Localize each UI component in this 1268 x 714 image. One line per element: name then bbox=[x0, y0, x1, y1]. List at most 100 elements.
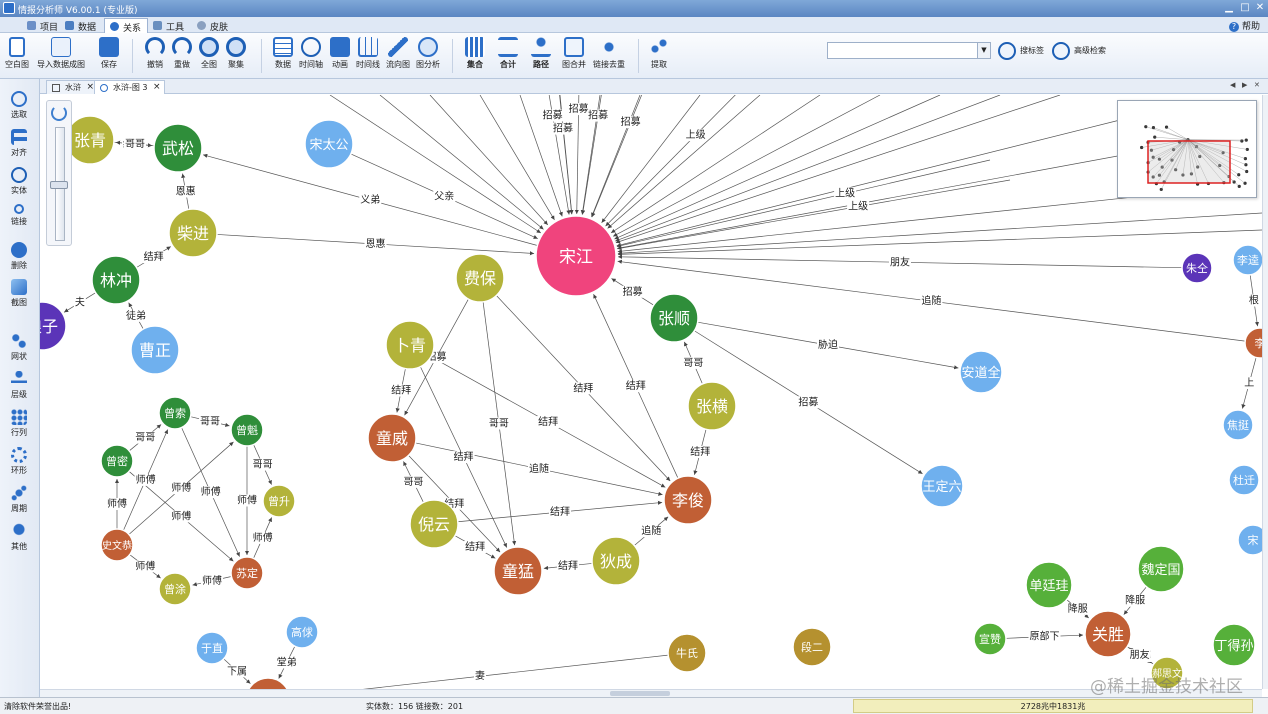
tab-close-icon[interactable]: ✕ bbox=[1254, 81, 1260, 89]
rotate-icon[interactable] bbox=[51, 105, 67, 121]
node-zengtu[interactable]: 曾涂 bbox=[158, 572, 192, 606]
node-niyun[interactable]: 倪云 bbox=[409, 499, 459, 549]
extract-button[interactable]: 提取 bbox=[646, 35, 672, 77]
graph-canvas[interactable]: 招募招募招募招募招募上级上级上级恩惠义弟父亲结拜哥哥恩惠结拜夫徒弟招募哥哥胁迫招… bbox=[40, 95, 1262, 689]
node-dingdesun[interactable]: 丁得孙 bbox=[1212, 623, 1256, 667]
edge-to-songjiang[interactable] bbox=[610, 95, 821, 234]
sidebar-item-link[interactable]: 链接 bbox=[0, 204, 38, 227]
focus-button[interactable]: 聚集 bbox=[223, 35, 249, 77]
edge-to-songjiang[interactable] bbox=[615, 95, 1001, 242]
node-zengmi[interactable]: 曾密 bbox=[100, 444, 134, 478]
sidebar-item-grid[interactable]: 行列 bbox=[0, 409, 38, 438]
node-gaolian[interactable]: 高俅 bbox=[285, 615, 319, 649]
set-button[interactable]: 集合 bbox=[462, 35, 488, 77]
node-zhangheng[interactable]: 张横 bbox=[687, 381, 737, 431]
node-songtaigong[interactable]: 宋太公 bbox=[304, 119, 354, 169]
node-likui[interactable]: 李逵 bbox=[1232, 244, 1262, 276]
data-button[interactable]: 数据 bbox=[270, 35, 296, 77]
edge-to-songjiang[interactable] bbox=[605, 95, 760, 227]
node-lijun[interactable]: 李俊 bbox=[663, 475, 713, 525]
node-duqian[interactable]: 杜迁 bbox=[1228, 464, 1260, 496]
blank-graph-button[interactable]: 空白图 bbox=[2, 35, 32, 77]
chevron-down-icon[interactable]: ▼ bbox=[977, 43, 990, 58]
node-xuanzan[interactable]: 宣赞 bbox=[973, 622, 1007, 656]
help-button[interactable]: ? 帮助 bbox=[1228, 19, 1260, 32]
node-niangzi[interactable]: 娘子 bbox=[40, 301, 67, 351]
scroll-thumb[interactable] bbox=[610, 691, 670, 696]
sidebar-item-period[interactable]: 周期 bbox=[0, 485, 38, 514]
sum-button[interactable]: 合计 bbox=[494, 35, 522, 77]
tab-scroll-left-icon[interactable]: ◀ bbox=[1230, 81, 1235, 89]
minimize-button[interactable]: ▁ bbox=[1222, 2, 1236, 14]
fit-all-button[interactable]: 全图 bbox=[196, 35, 222, 77]
node-wusong[interactable]: 武松 bbox=[153, 123, 203, 173]
node-buqing[interactable]: 卜青 bbox=[385, 320, 435, 370]
search-input[interactable]: ▼ bbox=[827, 42, 991, 59]
node-guansheng[interactable]: 关胜 bbox=[1084, 610, 1132, 658]
node-zengsuo[interactable]: 曾索 bbox=[158, 396, 192, 430]
path-button[interactable]: 路径 bbox=[527, 35, 555, 77]
node-zhangqing[interactable]: 张青 bbox=[65, 115, 115, 165]
merge-graph-button[interactable]: 图合并 bbox=[560, 35, 588, 77]
edge-to-songjiang[interactable] bbox=[614, 95, 941, 240]
advanced-search-button[interactable]: 高级检索 bbox=[1052, 42, 1106, 60]
sidebar-item-align[interactable]: 对齐 bbox=[0, 129, 38, 158]
viewport-rect[interactable] bbox=[1147, 140, 1231, 184]
animation-button[interactable]: 动画 bbox=[327, 35, 353, 77]
node-zengsheng[interactable]: 曾升 bbox=[262, 484, 296, 518]
node-dicheng[interactable]: 狄成 bbox=[591, 536, 641, 586]
node-yuzhi[interactable]: 于直 bbox=[195, 631, 229, 665]
node-zhuquan[interactable]: 朱仝 bbox=[1181, 252, 1213, 284]
tab-skin[interactable]: 皮肤 bbox=[192, 18, 234, 33]
node-shiwengong[interactable]: 史文恭 bbox=[100, 528, 134, 562]
edge-to-songjiang[interactable] bbox=[617, 179, 1011, 251]
horizontal-scrollbar[interactable] bbox=[40, 689, 1262, 697]
close-icon[interactable]: × bbox=[153, 81, 161, 94]
zoom-handle[interactable] bbox=[50, 181, 68, 189]
edge-to-songjiang[interactable] bbox=[617, 212, 1262, 256]
redo-button[interactable]: 重做 bbox=[169, 35, 195, 77]
dedupe-links-button[interactable]: 链接去重 bbox=[590, 35, 628, 77]
doc-tab-graph3[interactable]: 水浒-图 3 × bbox=[94, 80, 165, 94]
edge-to-songjiang[interactable] bbox=[429, 95, 549, 226]
node-gaocolor[interactable]: 高 bbox=[246, 677, 290, 689]
tab-tools[interactable]: 工具 bbox=[148, 18, 190, 33]
node-feibao[interactable]: 费保 bbox=[455, 253, 505, 303]
tab-relation[interactable]: 关系 bbox=[104, 18, 149, 34]
node-circle[interactable] bbox=[246, 677, 290, 689]
edge-to-songjiang[interactable] bbox=[329, 95, 542, 234]
zoom-control[interactable] bbox=[46, 100, 72, 246]
search-path-button[interactable]: 搜标签 bbox=[998, 42, 1044, 60]
node-linchong[interactable]: 林冲 bbox=[91, 255, 141, 305]
sidebar-item-circle[interactable]: 环形 bbox=[0, 447, 38, 476]
node-caozheng[interactable]: 曹正 bbox=[130, 325, 180, 375]
edge-to-songjiang[interactable] bbox=[617, 229, 1262, 257]
timeline-axis-button[interactable]: 时间轴 bbox=[297, 35, 325, 77]
node-chaijin[interactable]: 柴进 bbox=[168, 208, 218, 258]
node-suding[interactable]: 苏定 bbox=[230, 556, 264, 590]
node-niushi[interactable]: 牛氏 bbox=[667, 633, 707, 673]
node-shantingui[interactable]: 单廷珪 bbox=[1025, 561, 1073, 609]
import-data-button[interactable]: 导入数据成图 bbox=[34, 35, 88, 77]
node-zengkui[interactable]: 曾魁 bbox=[230, 413, 264, 447]
maximize-button[interactable]: □ bbox=[1238, 2, 1252, 14]
node-andaoquan[interactable]: 安道全 bbox=[959, 350, 1003, 394]
sidebar-item-delete[interactable]: 删除 bbox=[0, 242, 38, 271]
undo-button[interactable]: 撤销 bbox=[142, 35, 168, 77]
tab-scroll-right-icon[interactable]: ▶ bbox=[1242, 81, 1247, 89]
close-icon[interactable]: × bbox=[86, 81, 94, 94]
node-li[interactable]: 李 bbox=[1244, 327, 1262, 359]
node-jiaoting[interactable]: 焦挺 bbox=[1222, 409, 1254, 441]
node-zhangshun[interactable]: 张顺 bbox=[649, 293, 699, 343]
sidebar-item-hierarchy[interactable]: 层级 bbox=[0, 371, 38, 400]
tab-data[interactable]: 数据 bbox=[60, 18, 102, 33]
close-button[interactable]: ✕ bbox=[1253, 2, 1267, 14]
node-songjiang[interactable]: 宋江 bbox=[535, 215, 617, 297]
minimap[interactable] bbox=[1117, 100, 1257, 198]
edge-to-songjiang[interactable] bbox=[617, 149, 1151, 250]
sidebar-item-entity[interactable]: 实体 bbox=[0, 167, 38, 196]
node-song[interactable]: 宋 bbox=[1237, 524, 1262, 556]
timeline-button[interactable]: 时间线 bbox=[354, 35, 382, 77]
sidebar-item-other[interactable]: 其他 bbox=[0, 523, 38, 552]
node-tongwei[interactable]: 童威 bbox=[367, 413, 417, 463]
